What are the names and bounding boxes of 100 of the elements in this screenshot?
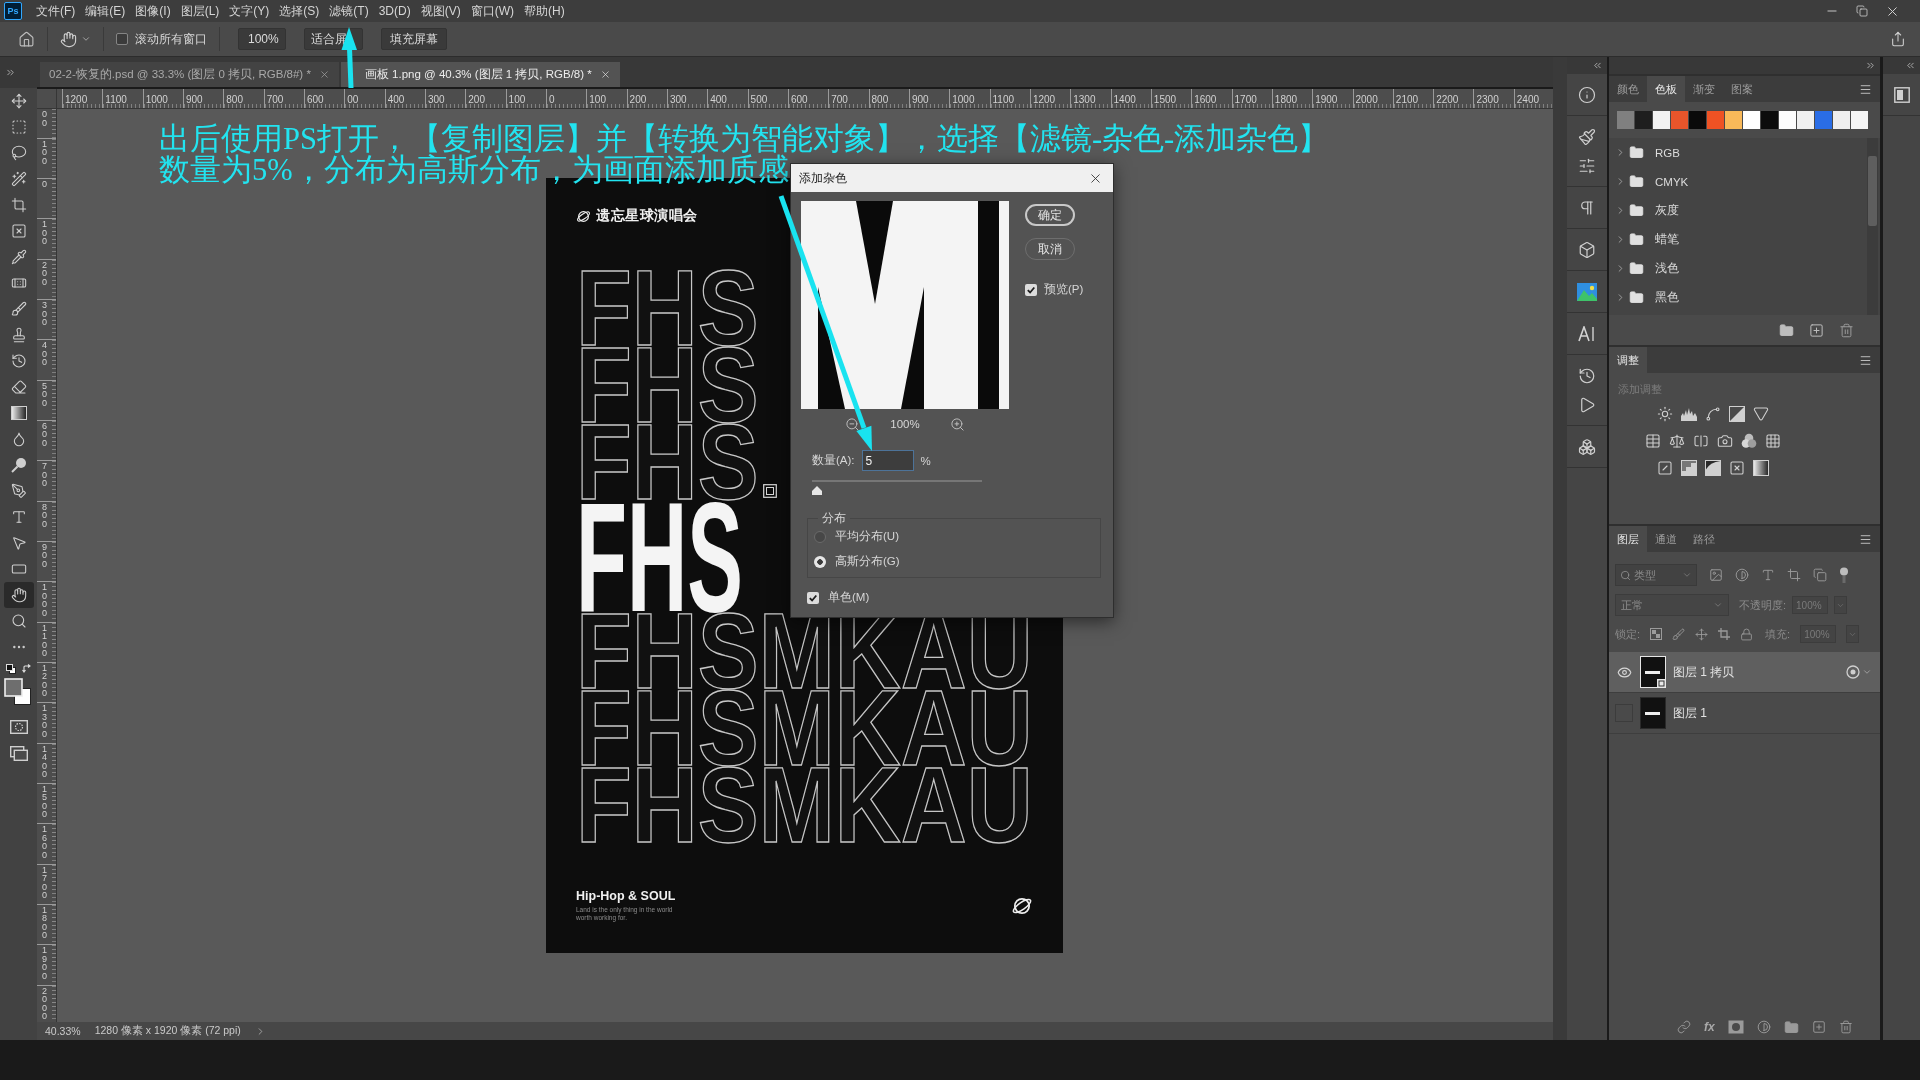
new-swatch-icon[interactable] bbox=[1809, 322, 1824, 338]
menu-item[interactable]: 图像(I) bbox=[130, 0, 176, 22]
expand-icon[interactable] bbox=[5, 67, 16, 78]
rectangle-icon[interactable] bbox=[10, 561, 27, 577]
menu-item[interactable]: 编辑(E) bbox=[80, 0, 131, 22]
dashed-rectangle-icon[interactable] bbox=[10, 119, 27, 135]
color-swatch[interactable] bbox=[1833, 111, 1850, 129]
collapse-icon[interactable] bbox=[1592, 60, 1603, 71]
camera-icon[interactable] bbox=[1717, 432, 1733, 449]
hand-icon[interactable] bbox=[10, 587, 27, 603]
color-swatch[interactable] bbox=[1851, 111, 1868, 129]
paintbrush-icon[interactable] bbox=[1578, 127, 1596, 146]
threshold-icon[interactable] bbox=[1705, 459, 1721, 476]
panel-icon[interactable] bbox=[1893, 86, 1910, 103]
document-tab[interactable]: 02-2-恢复的.psd @ 33.3% (图层 0 拷贝, RGB/8#) * bbox=[40, 62, 339, 87]
paragraph-icon[interactable] bbox=[1578, 198, 1596, 217]
amount-slider-track[interactable] bbox=[812, 478, 982, 495]
cube-icon[interactable] bbox=[1578, 240, 1596, 259]
menu-item[interactable]: 视图(V) bbox=[415, 0, 466, 22]
swatch-folder[interactable]: 蜡笔 bbox=[1609, 225, 1867, 254]
folder-icon[interactable] bbox=[1783, 1019, 1799, 1035]
exposure-icon[interactable] bbox=[1729, 405, 1745, 422]
color-swatch[interactable] bbox=[1761, 111, 1778, 129]
collapse-icon[interactable] bbox=[1865, 60, 1876, 71]
posterize-icon[interactable] bbox=[1681, 459, 1697, 476]
color-swatch[interactable] bbox=[1815, 111, 1832, 129]
lasso-icon[interactable] bbox=[10, 145, 27, 161]
dodge-icon[interactable] bbox=[10, 457, 27, 473]
menu-item[interactable]: 图层(L) bbox=[175, 0, 225, 22]
caret-icon[interactable] bbox=[81, 34, 91, 44]
zoom-icon[interactable] bbox=[10, 613, 27, 629]
folder-icon[interactable] bbox=[1779, 322, 1794, 338]
hand-icon[interactable] bbox=[60, 30, 77, 48]
panel-tab[interactable]: 调整 bbox=[1609, 347, 1647, 373]
swatch-folder[interactable]: CMYK bbox=[1609, 167, 1867, 196]
eraser-icon[interactable] bbox=[10, 379, 27, 395]
curves-icon[interactable] bbox=[1705, 405, 1721, 422]
home-icon[interactable] bbox=[18, 30, 35, 48]
panel-tab[interactable]: 图层 bbox=[1609, 526, 1647, 552]
delete-icon[interactable] bbox=[1838, 1020, 1853, 1034]
stacked-squares-icon[interactable] bbox=[1813, 568, 1827, 582]
history-icon[interactable] bbox=[10, 353, 27, 369]
square-slash-icon[interactable] bbox=[1657, 459, 1673, 476]
link-icon[interactable] bbox=[1677, 1020, 1691, 1034]
ok-button[interactable]: 确定 bbox=[1025, 204, 1075, 226]
layer-row[interactable]: 图层 1 拷贝 bbox=[1609, 652, 1880, 693]
color-swatch[interactable] bbox=[1635, 111, 1652, 129]
type-icon[interactable] bbox=[10, 509, 27, 525]
gradient-map-icon[interactable] bbox=[1753, 459, 1769, 476]
color-swatch[interactable] bbox=[1617, 111, 1634, 129]
zoom-100-button[interactable]: 100% bbox=[238, 28, 286, 50]
radio-button[interactable] bbox=[814, 530, 826, 543]
color-swatch[interactable] bbox=[1725, 111, 1742, 129]
menu-item[interactable]: 窗口(W) bbox=[465, 0, 519, 22]
landscape-image-icon[interactable] bbox=[1577, 282, 1597, 301]
stamp-icon[interactable] bbox=[10, 327, 27, 343]
delete-icon[interactable] bbox=[1839, 322, 1854, 338]
crop-icon[interactable] bbox=[1787, 568, 1801, 582]
artboard-icon[interactable] bbox=[1718, 628, 1731, 640]
panel-tab[interactable]: 通道 bbox=[1647, 526, 1685, 552]
color-swatch[interactable] bbox=[1797, 111, 1814, 129]
lock-icon[interactable] bbox=[1740, 627, 1754, 641]
collapse-icon[interactable] bbox=[1905, 60, 1916, 71]
color-swatch[interactable] bbox=[1779, 111, 1796, 129]
panel-menu-icon[interactable] bbox=[1859, 532, 1872, 546]
color-swatch[interactable] bbox=[1653, 111, 1670, 129]
view-button[interactable]: 填充屏幕 bbox=[381, 28, 447, 50]
boxes-icon[interactable] bbox=[1578, 437, 1596, 456]
pen-icon[interactable] bbox=[10, 483, 27, 499]
share-icon[interactable] bbox=[1890, 31, 1906, 47]
color-swatch[interactable] bbox=[1689, 111, 1706, 129]
arrow-pointer-icon[interactable] bbox=[10, 535, 27, 551]
panel-tab[interactable]: 路径 bbox=[1685, 526, 1723, 552]
checkerboard-icon[interactable] bbox=[1650, 628, 1663, 640]
default-colors-icon[interactable] bbox=[6, 664, 16, 674]
swatch-folder[interactable]: RGB bbox=[1609, 138, 1867, 167]
gradient-icon[interactable] bbox=[10, 405, 27, 421]
panel-tab[interactable]: 颜色 bbox=[1609, 76, 1647, 102]
search-icon[interactable] bbox=[1620, 569, 1631, 581]
swatch-folder[interactable]: 黑色 bbox=[1609, 283, 1867, 312]
checkbox[interactable] bbox=[1025, 283, 1037, 296]
eyedropper-icon[interactable] bbox=[10, 249, 27, 265]
info-icon[interactable] bbox=[1578, 85, 1596, 104]
crop-icon[interactable] bbox=[10, 197, 27, 213]
panel-tab[interactable]: 渐变 bbox=[1685, 76, 1723, 102]
panel-tab[interactable]: 色板 bbox=[1647, 76, 1685, 102]
checkbox[interactable] bbox=[807, 591, 819, 604]
sun-icon[interactable] bbox=[1657, 405, 1673, 422]
scrollbar-track[interactable] bbox=[1867, 138, 1878, 315]
history-icon[interactable] bbox=[1578, 366, 1596, 385]
letter-a-icon[interactable] bbox=[1578, 325, 1596, 342]
menu-item[interactable]: 文件(F) bbox=[31, 0, 81, 22]
restore-icon[interactable] bbox=[1856, 5, 1868, 17]
triangle-down-icon[interactable] bbox=[1753, 405, 1769, 422]
cancel-button[interactable]: 取消 bbox=[1025, 238, 1075, 260]
type-icon[interactable] bbox=[1761, 568, 1775, 582]
document-tab[interactable]: 画板 1.png @ 40.3% (图层 1 拷贝, RGB/8) * bbox=[340, 62, 620, 87]
quick-mask-icon[interactable] bbox=[9, 720, 28, 734]
swatch-folder[interactable]: 灰度 bbox=[1609, 196, 1867, 225]
app-logo[interactable]: Ps bbox=[4, 2, 22, 20]
